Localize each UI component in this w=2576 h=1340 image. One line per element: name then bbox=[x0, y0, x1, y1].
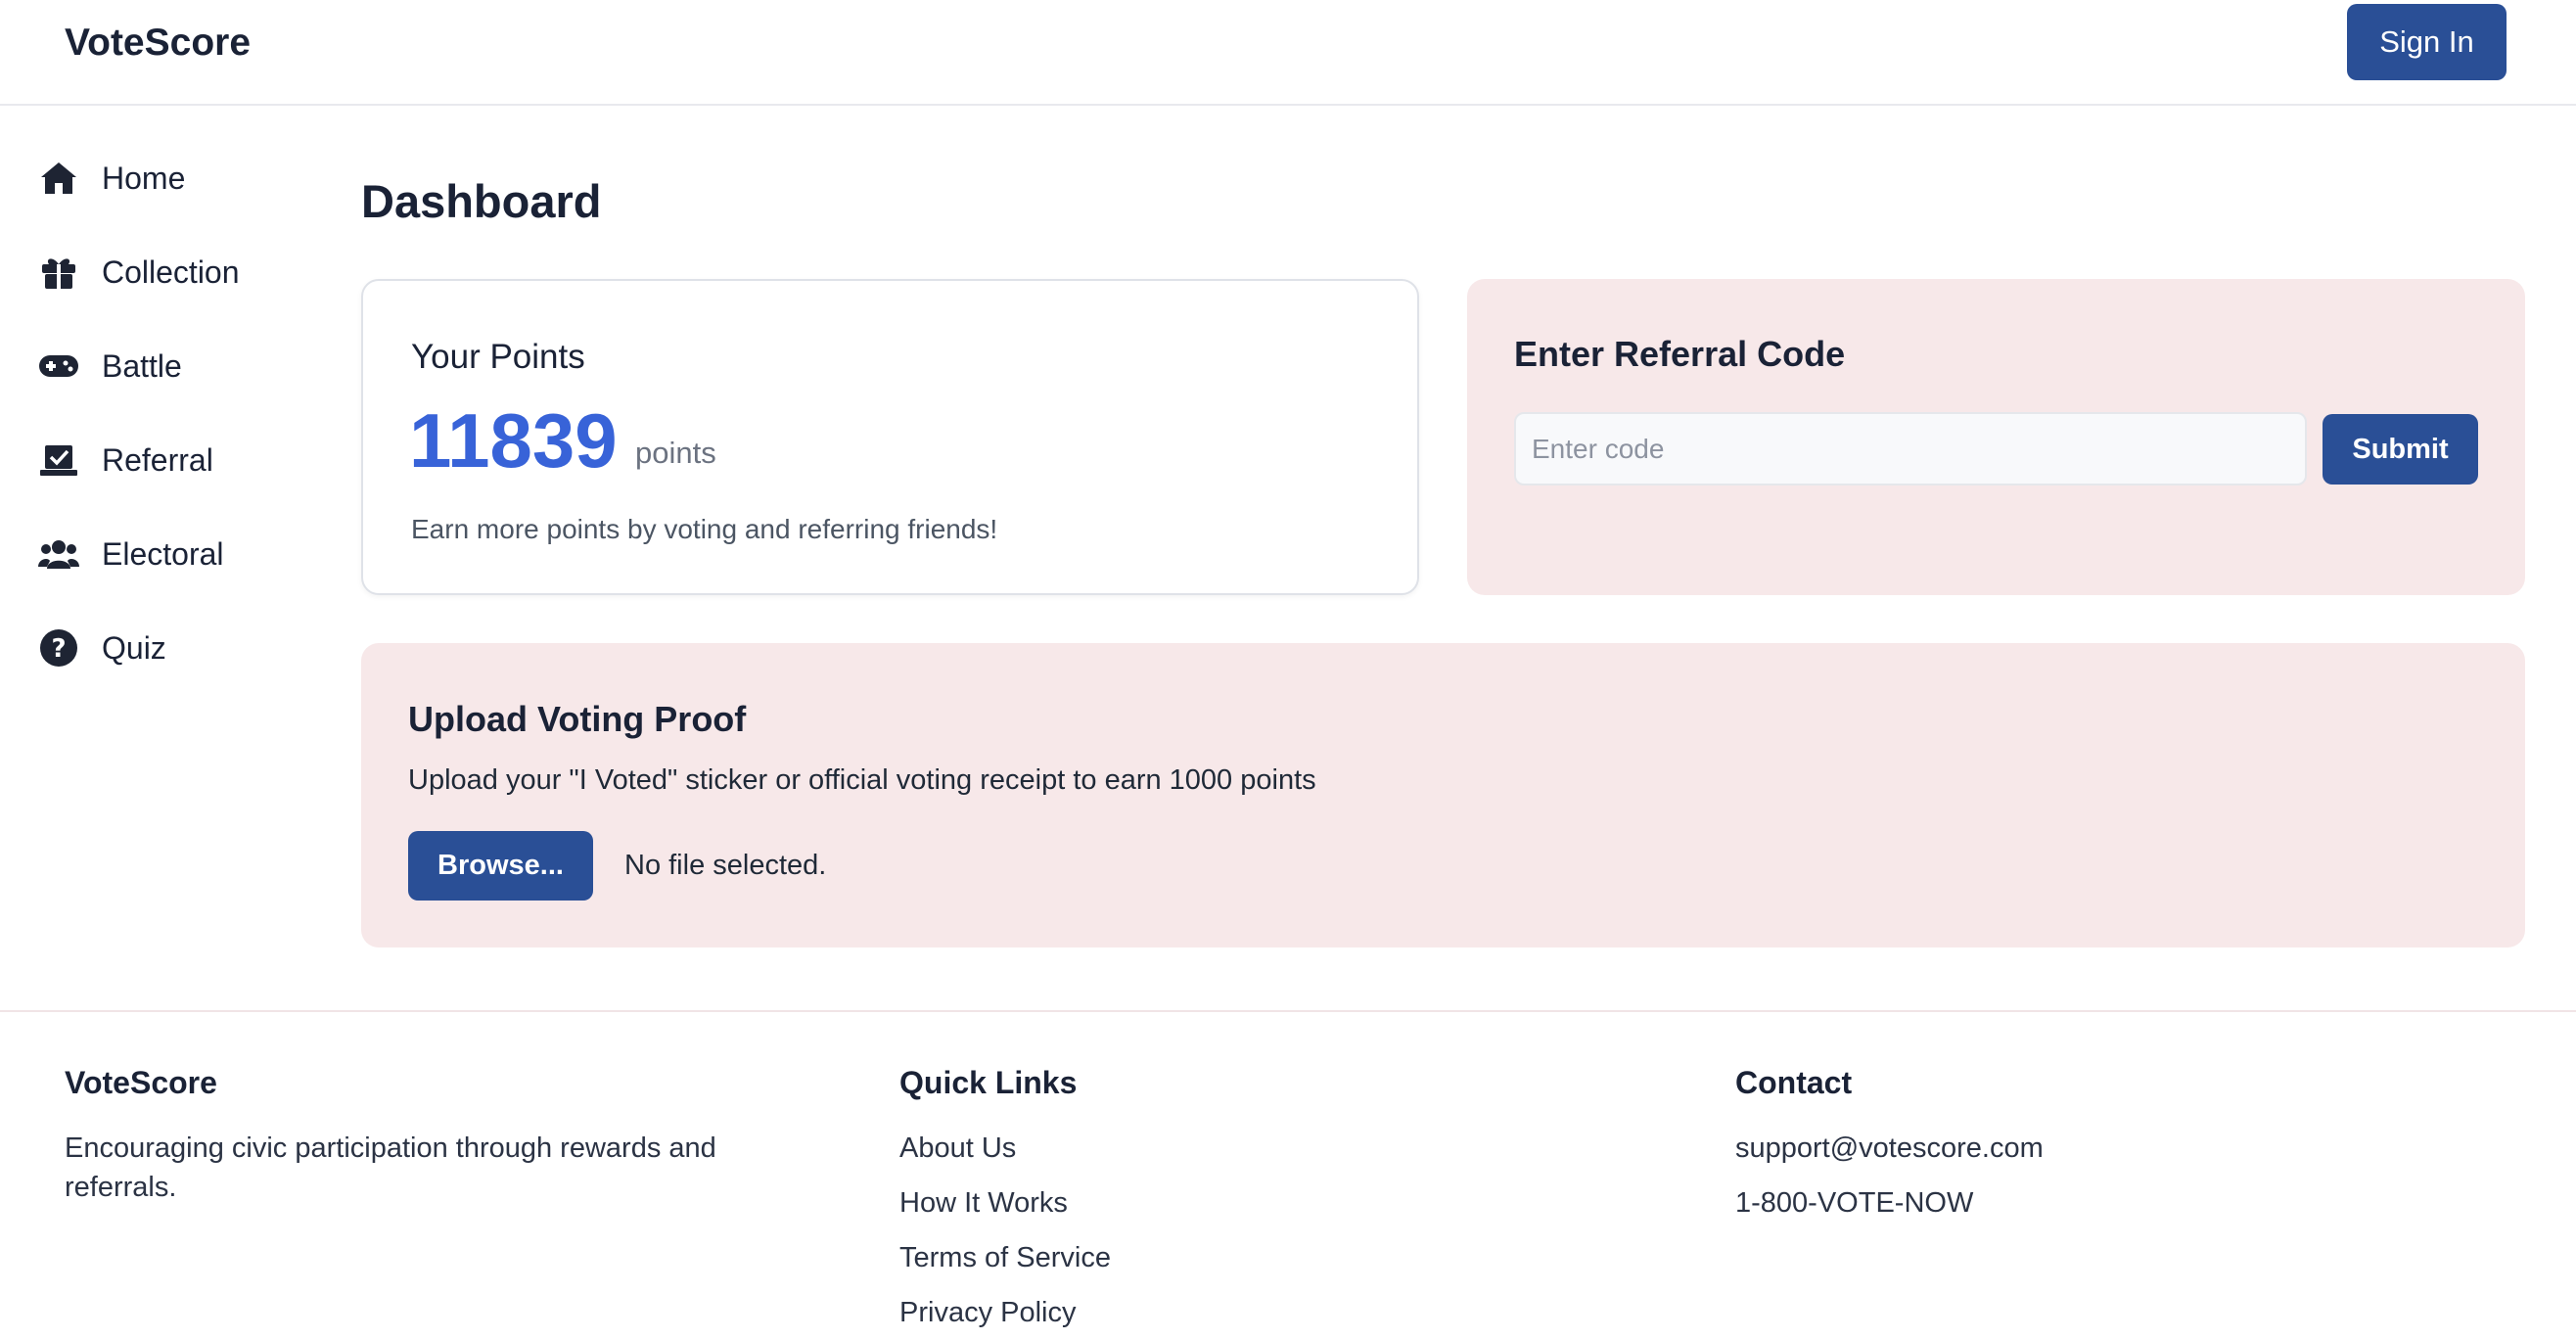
upload-card-description: Upload your "I Voted" sticker or officia… bbox=[408, 764, 1316, 796]
vote-box-icon bbox=[37, 439, 80, 482]
footer-link-how-it-works[interactable]: How It Works bbox=[899, 1176, 1389, 1230]
sidebar-item-label: Home bbox=[102, 160, 186, 196]
sidebar-item-label: Electoral bbox=[102, 535, 224, 572]
page-title: Dashboard bbox=[361, 175, 602, 227]
referral-code-input[interactable] bbox=[1514, 412, 2307, 485]
file-status-text: No file selected. bbox=[624, 850, 827, 881]
sidebar-item-home[interactable]: Home bbox=[37, 151, 311, 206]
top-bar: VoteScore Sign In bbox=[0, 0, 2576, 106]
footer-tagline: Encouraging civic participation through … bbox=[65, 1132, 716, 1203]
referral-card: Enter Referral Code Submit bbox=[1467, 279, 2525, 595]
points-hint: Earn more points by voting and referring… bbox=[411, 514, 998, 544]
sidebar-item-label: Referral bbox=[102, 441, 213, 478]
gamepad-icon bbox=[37, 345, 80, 388]
sidebar-item-referral[interactable]: Referral bbox=[37, 433, 311, 487]
footer-contact: Contact support@votescore.com 1-800-VOTE… bbox=[1735, 1065, 2323, 1230]
footer-links-title: Quick Links bbox=[899, 1065, 1078, 1100]
brand-logo[interactable]: VoteScore bbox=[65, 20, 251, 67]
sidebar: Home Collection Battle Referral Electora… bbox=[0, 106, 323, 1006]
sign-in-button[interactable]: Sign In bbox=[2347, 4, 2507, 80]
points-card-title: Your Points bbox=[411, 338, 585, 376]
question-circle-icon: ? bbox=[37, 626, 80, 670]
footer-link-terms[interactable]: Terms of Service bbox=[899, 1230, 1389, 1285]
sidebar-item-electoral[interactable]: Electoral bbox=[37, 527, 311, 581]
sidebar-item-collection[interactable]: Collection bbox=[37, 245, 311, 300]
upload-proof-card: Upload Voting Proof Upload your "I Voted… bbox=[361, 643, 2525, 947]
upload-card-title: Upload Voting Proof bbox=[408, 699, 747, 739]
submit-referral-button[interactable]: Submit bbox=[2323, 414, 2478, 485]
gift-icon bbox=[37, 251, 80, 294]
svg-text:?: ? bbox=[51, 634, 66, 664]
footer-link-about[interactable]: About Us bbox=[899, 1121, 1389, 1176]
footer-contact-phone: 1-800-VOTE-NOW bbox=[1735, 1187, 1974, 1219]
sidebar-item-quiz[interactable]: ? Quiz bbox=[37, 621, 311, 675]
points-value: 11839 bbox=[409, 397, 618, 484]
browse-file-button[interactable]: Browse... bbox=[408, 831, 593, 901]
users-icon bbox=[37, 532, 80, 576]
points-card: Your Points 11839 points Earn more point… bbox=[361, 279, 1419, 595]
footer: VoteScore Encouraging civic participatio… bbox=[0, 1010, 2576, 1331]
footer-link-privacy[interactable]: Privacy Policy bbox=[899, 1285, 1389, 1340]
points-unit: points bbox=[635, 436, 716, 470]
home-icon bbox=[37, 157, 80, 200]
sidebar-item-label: Battle bbox=[102, 347, 182, 384]
footer-contact-title: Contact bbox=[1735, 1065, 1853, 1100]
footer-quick-links: Quick Links About Us How It Works Terms … bbox=[899, 1065, 1389, 1340]
referral-card-title: Enter Referral Code bbox=[1514, 334, 1846, 374]
sidebar-item-label: Collection bbox=[102, 254, 240, 290]
sidebar-item-label: Quiz bbox=[102, 629, 166, 666]
sidebar-item-battle[interactable]: Battle bbox=[37, 339, 311, 393]
footer-about: VoteScore Encouraging civic participatio… bbox=[65, 1065, 769, 1207]
footer-contact-email[interactable]: support@votescore.com bbox=[1735, 1121, 2323, 1176]
footer-brand: VoteScore bbox=[65, 1065, 217, 1100]
